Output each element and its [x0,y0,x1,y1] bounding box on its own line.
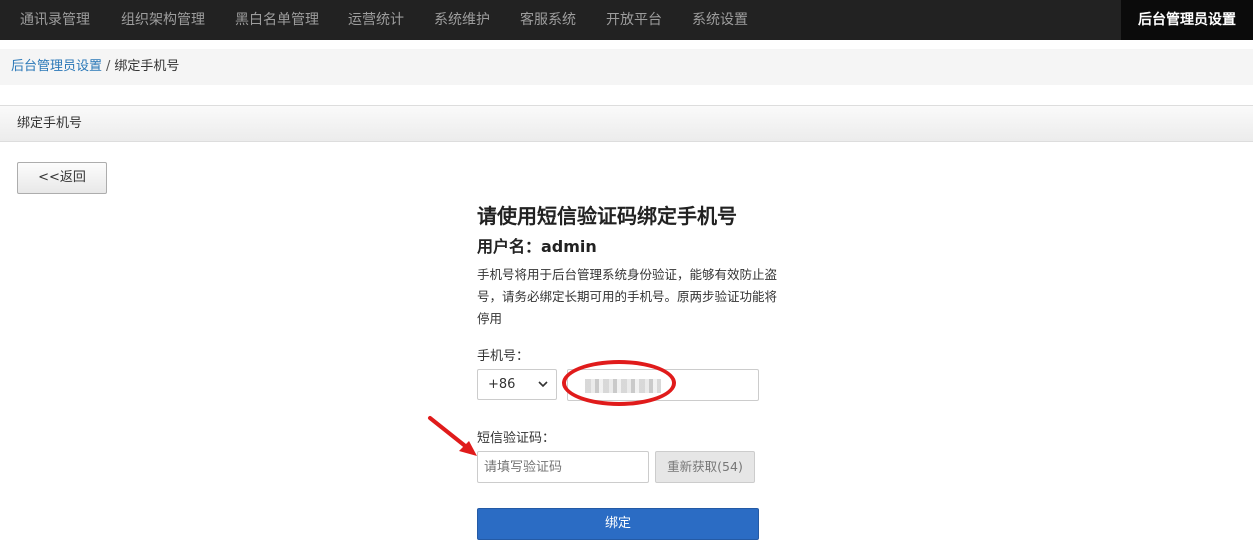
country-code-select[interactable]: +86 [477,369,557,400]
username-line: 用户名：admin [477,237,597,256]
breadcrumb-parent-link[interactable]: 后台管理员设置 [11,59,102,74]
menu-item-customer-service[interactable]: 客服系统 [520,0,576,40]
breadcrumb: 后台管理员设置 / 绑定手机号 [0,49,1253,85]
top-navbar: 通讯录管理 组织架构管理 黑白名单管理 运营统计 系统维护 客服系统 开放平台 … [0,0,1253,40]
breadcrumb-current: 绑定手机号 [114,59,180,74]
sms-code-label: 短信验证码： [477,431,556,446]
sms-code-input[interactable] [477,451,649,483]
menu-item-contacts[interactable]: 通讯录管理 [20,0,90,40]
annotation-ellipse [562,360,676,406]
form-title: 请使用短信验证码绑定手机号 [477,204,737,228]
admin-settings-link[interactable]: 后台管理员设置 [1121,0,1253,40]
back-button[interactable]: <<返回 [17,162,107,194]
chevron-down-icon [538,370,548,411]
panel-heading: 绑定手机号 [0,105,1253,142]
menu-item-maintenance[interactable]: 系统维护 [434,0,490,40]
menu-item-org-structure[interactable]: 组织架构管理 [121,0,205,40]
bind-button[interactable]: 绑定 [477,508,759,540]
menu-item-stats[interactable]: 运营统计 [348,0,404,40]
breadcrumb-separator: / [106,59,111,74]
resend-code-button[interactable]: 重新获取(54) [655,451,755,483]
form-description: 手机号将用于后台管理系统身份验证，能够有效防止盗号，请务必绑定长期可用的手机号。… [477,267,778,326]
menu-item-blacklist[interactable]: 黑白名单管理 [235,0,319,40]
annotation-arrow [428,416,477,456]
phone-label: 手机号： [477,349,530,364]
menu-item-open-platform[interactable]: 开放平台 [606,0,662,40]
menu-item-settings[interactable]: 系统设置 [692,0,748,40]
country-code-value: +86 [488,377,516,392]
